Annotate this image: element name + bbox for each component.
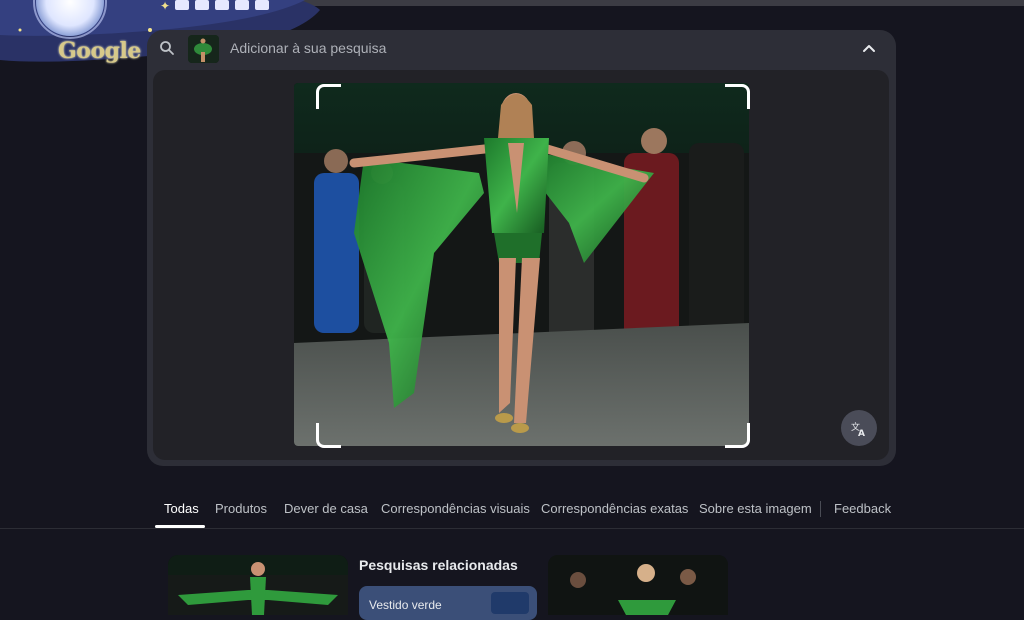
runway-photo-art [294,83,749,446]
query-image-thumbnail[interactable] [188,35,219,63]
related-search-chip[interactable]: Vestido verde [359,586,537,620]
active-tab-indicator [155,525,205,528]
crop-handle-top-left[interactable] [316,84,341,109]
crop-handle-top-right[interactable] [725,84,750,109]
tab-feedback[interactable]: Feedback [834,501,891,516]
translate-icon: 文 A [851,421,865,437]
result-image-1-art [168,555,348,615]
related-search-chip-image [491,592,529,614]
search-bar[interactable]: Adicionar à sua pesquisa [147,30,896,68]
search-input[interactable]: Adicionar à sua pesquisa [230,40,386,56]
svg-text:A: A [858,429,865,437]
query-image[interactable] [294,83,749,446]
svg-text:✦: ✦ [160,0,170,13]
tab-todas[interactable]: Todas [164,501,199,516]
lens-panel: Adicionar à sua pesquisa 文 A [147,30,896,466]
crop-handle-bottom-right[interactable] [725,423,750,448]
tab-divider [820,501,821,517]
result-image-1[interactable] [168,555,348,615]
tab-correspondencias-exatas[interactable]: Correspondências exatas [541,501,688,516]
result-image-2[interactable] [548,555,728,615]
tab-correspondencias-visuais[interactable]: Correspondências visuais [381,501,530,516]
tab-produtos[interactable]: Produtos [215,501,267,516]
results-tabs: Todas Produtos Dever de casa Correspondê… [0,490,1024,529]
google-logo[interactable]: Google [58,38,141,64]
result-image-2-art [548,555,728,615]
translate-button[interactable]: 文 A [841,410,877,446]
tab-dever-de-casa[interactable]: Dever de casa [284,501,368,516]
runway-thumbnail-art [188,35,219,63]
image-preview-area: 文 A [153,70,889,460]
crop-handle-bottom-left[interactable] [316,423,341,448]
search-icon[interactable] [159,40,175,56]
chevron-up-icon[interactable] [861,41,877,57]
related-searches-title: Pesquisas relacionadas [359,557,518,573]
tab-sobre-esta-imagem[interactable]: Sobre esta imagem [699,501,812,516]
related-search-chip-label: Vestido verde [369,598,442,612]
